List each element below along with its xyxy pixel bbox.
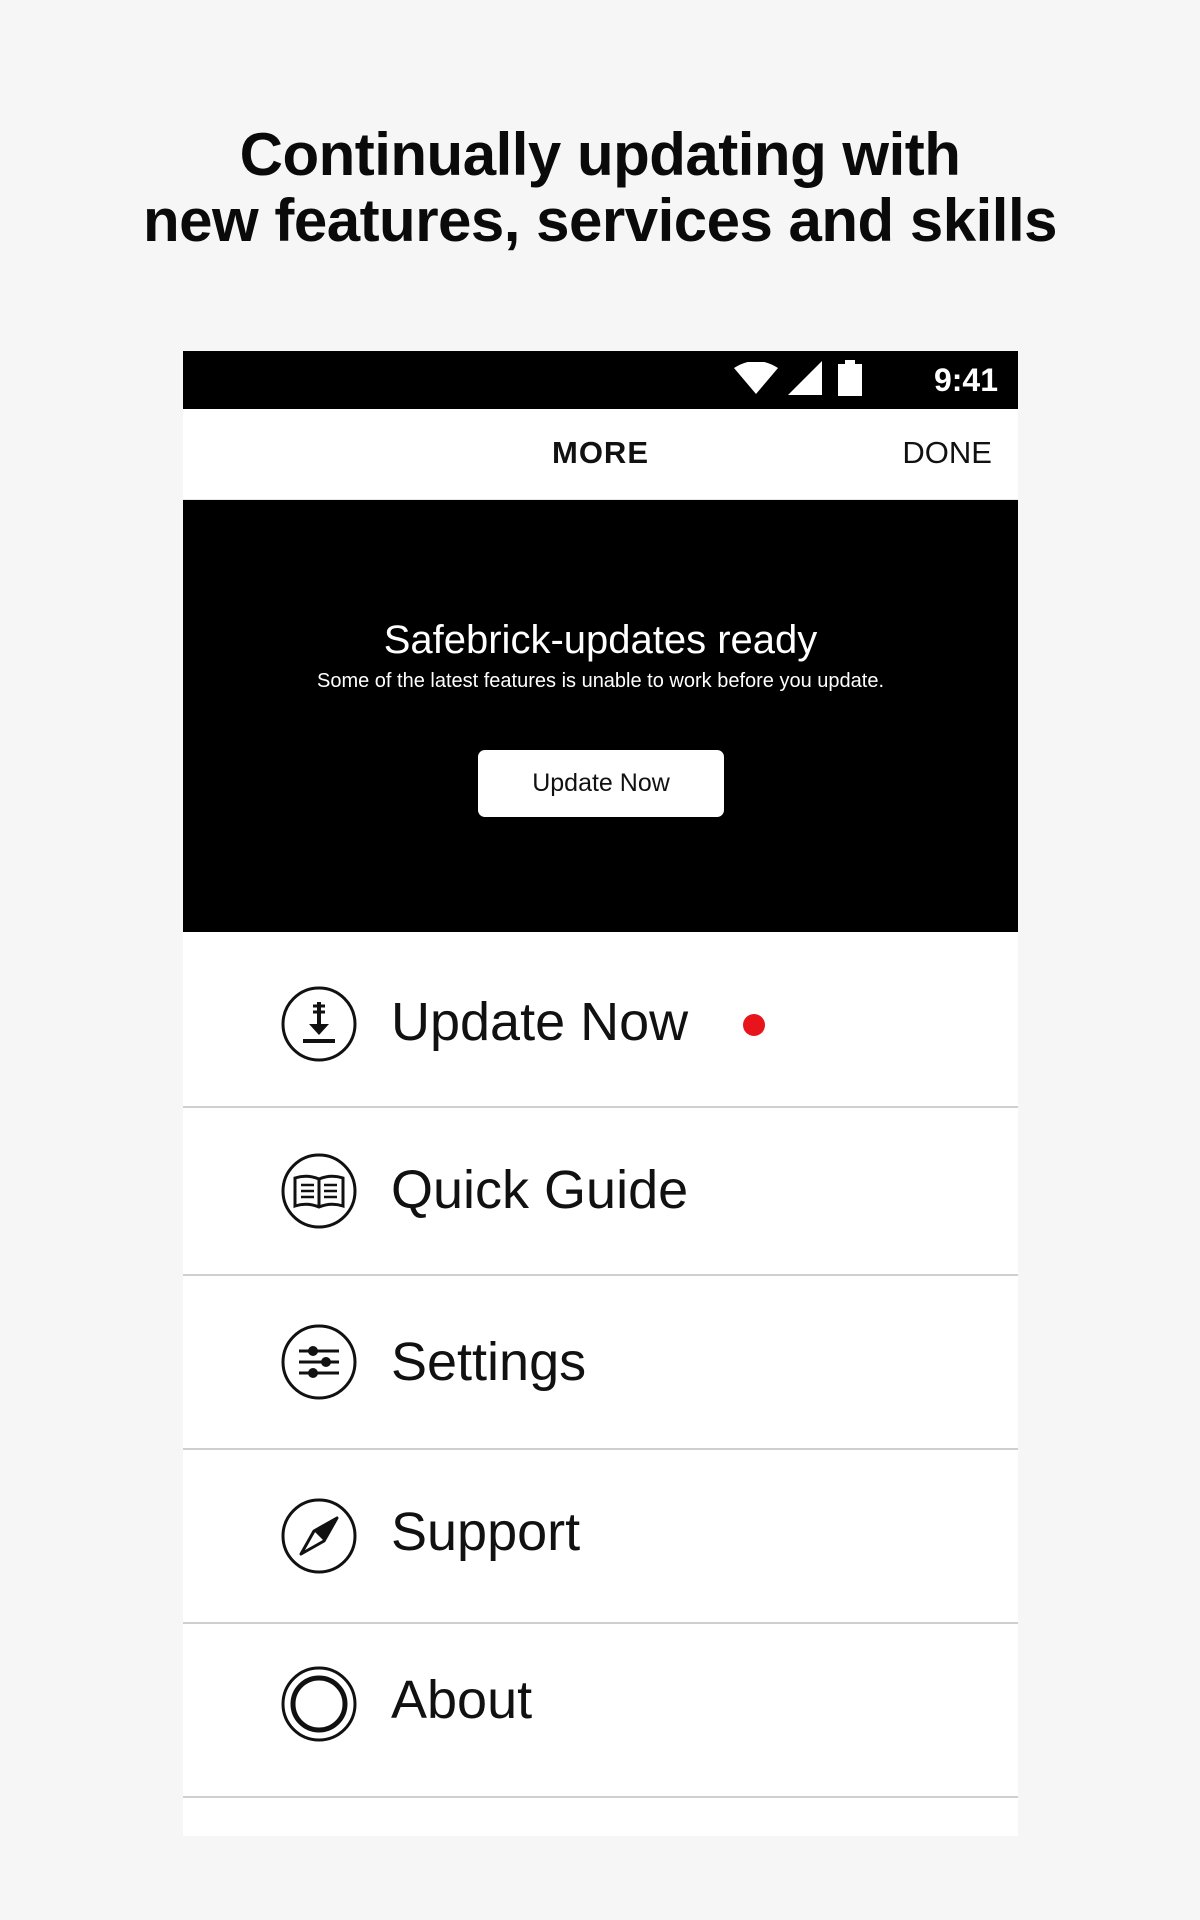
status-bar: 9:41 [183, 351, 1018, 409]
done-button[interactable]: DONE [902, 435, 992, 471]
compass-icon [281, 1498, 357, 1574]
banner-title: Safebrick-updates ready [383, 618, 818, 662]
headline: Continually updating with new features, … [0, 122, 1200, 254]
menu-item-label: Update Now [391, 992, 689, 1052]
headline-line-2: new features, services and skills [143, 187, 1058, 254]
phone-screen: 9:41 MORE DONE Safebrick-updates ready S… [183, 351, 1018, 1836]
menu-item-label: About [391, 1670, 533, 1730]
update-banner: Safebrick-updates ready Some of the late… [183, 500, 1018, 932]
nav-bar: MORE DONE [183, 409, 1018, 500]
menu-item-quick-guide[interactable]: Quick Guide [183, 1108, 1018, 1276]
menu-item-update-now[interactable]: Update Now [183, 932, 1018, 1108]
ring-icon [281, 1666, 357, 1742]
book-icon [281, 1153, 357, 1229]
more-menu: Update Now Quick Guide Settings Support … [183, 932, 1018, 1798]
menu-item-about[interactable]: About [183, 1624, 1018, 1798]
menu-item-label: Quick Guide [391, 1160, 689, 1220]
notification-badge [743, 1014, 765, 1036]
headline-line-1: Continually updating with [239, 121, 961, 188]
page-title: MORE [552, 435, 649, 470]
battery-icon [838, 359, 862, 401]
menu-item-settings[interactable]: Settings [183, 1276, 1018, 1450]
download-icon [281, 986, 357, 1062]
menu-item-label: Support [391, 1502, 581, 1562]
menu-item-label: Settings [391, 1332, 587, 1392]
status-time: 9:41 [933, 362, 998, 398]
banner-update-now-button[interactable]: Update Now [478, 750, 724, 817]
banner-subtitle: Some of the latest features is unable to… [316, 670, 884, 692]
sliders-icon [281, 1324, 357, 1400]
cellular-signal-icon [788, 360, 822, 400]
menu-item-support[interactable]: Support [183, 1450, 1018, 1624]
wifi-icon [734, 360, 778, 399]
